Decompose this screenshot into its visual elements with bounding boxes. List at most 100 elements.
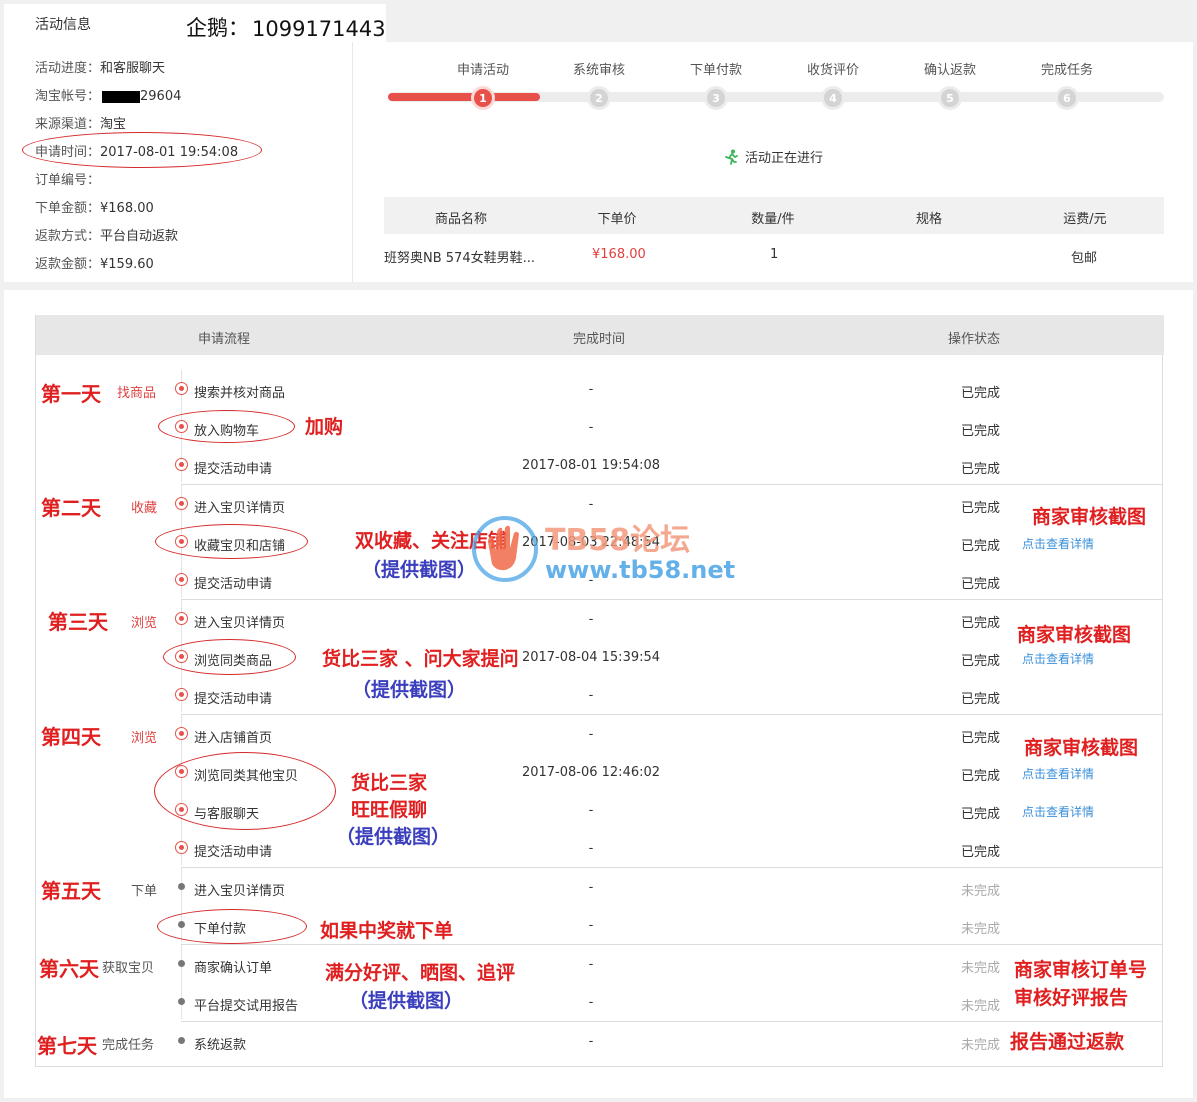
view-details-link[interactable]: 点击查看详情 <box>1022 765 1094 782</box>
table-row: 进入店铺首页 - 已完成 <box>36 715 1162 753</box>
view-details-link[interactable]: 点击查看详情 <box>1022 535 1094 552</box>
step-name: 提交活动申请 <box>194 462 273 477</box>
refund-method-row: 返款方式：平台自动返款 <box>35 229 179 244</box>
day-separator <box>181 484 1162 485</box>
day-1-sub: 找商品 <box>117 386 157 401</box>
annotation-provide-shot-4: （提供截图） <box>349 990 464 1012</box>
step-name: 进入宝贝详情页 <box>194 884 286 899</box>
step-name: 商家确认订单 <box>194 961 273 976</box>
step-time: 2017-08-06 12:46:02 <box>521 765 661 780</box>
step-time: - <box>588 880 594 895</box>
step-status: 已完成 <box>961 616 1001 631</box>
view-details-link[interactable]: 点击查看详情 <box>1022 803 1094 820</box>
day-separator <box>181 1021 1162 1022</box>
order-no-row: 订单编号： <box>35 173 101 188</box>
browse-ellipse <box>163 639 296 675</box>
step-time: - <box>588 841 594 856</box>
goods-col-shipping: 运费/元 <box>1063 212 1107 227</box>
step-time: 2017-08-04 15:39:54 <box>521 650 661 665</box>
annotation-merchant-review: 审核好评报告 <box>1014 987 1129 1009</box>
day-5-title: 第五天 <box>41 879 101 903</box>
goods-col-price: 下单价 <box>597 212 637 227</box>
qq-number: 1099171443 <box>252 17 386 41</box>
day-5-sub: 下单 <box>131 884 158 899</box>
day-separator <box>181 599 1162 600</box>
watermark-title: TB58论坛 <box>545 523 691 558</box>
forum-logo-icon <box>472 516 538 582</box>
completed-dot-icon <box>175 841 188 854</box>
annotation-merchant-order-no: 商家审核订单号 <box>1014 959 1148 981</box>
apply-time-ellipse <box>22 132 262 168</box>
step-label-4: 收货评价 <box>806 63 860 78</box>
day-1-title: 第一天 <box>41 382 101 406</box>
day-separator <box>181 714 1162 715</box>
step-label-1: 申请活动 <box>456 63 510 78</box>
pending-dot-icon <box>178 960 185 967</box>
completed-dot-icon <box>175 458 188 471</box>
step-time: - <box>588 1034 594 1049</box>
progress-fill <box>388 93 540 101</box>
step-status: 已完成 <box>961 769 1001 784</box>
goods-name[interactable]: 班努奥NB 574女鞋男鞋... <box>384 247 535 266</box>
completed-dot-icon <box>175 688 188 701</box>
annotation-merchant-shot-2: 商家审核截图 <box>1017 624 1132 646</box>
goods-shipping: 包邮 <box>1071 251 1098 266</box>
annotation-provide-shot-1: （提供截图） <box>362 559 477 581</box>
step-label-6: 完成任务 <box>1040 63 1094 78</box>
day-2-title: 第二天 <box>41 496 101 520</box>
day-separator <box>181 867 1162 868</box>
goods-col-qty: 数量/件 <box>751 212 795 227</box>
day-3-sub: 浏览 <box>131 616 158 631</box>
step-time: - <box>588 727 594 742</box>
step-name: 进入店铺首页 <box>194 731 273 746</box>
refund-amount-row: 返款金额：¥159.60 <box>35 257 154 272</box>
step-name: 提交活动申请 <box>194 577 273 592</box>
step-name: 平台提交试用报告 <box>194 999 299 1014</box>
step-status: 已完成 <box>961 577 1001 592</box>
channel-row: 来源渠道：淘宝 <box>35 117 127 132</box>
step-label-5: 确认返款 <box>923 63 977 78</box>
day-4-title: 第四天 <box>41 725 101 749</box>
step-time: - <box>588 612 594 627</box>
chat-ellipse <box>154 752 336 830</box>
table-row: 提交活动申请 - 已完成 <box>36 829 1162 867</box>
completed-dot-icon <box>175 612 188 625</box>
step-time: - <box>588 420 594 435</box>
step-status: 已完成 <box>961 807 1001 822</box>
annotation-fake-chat: 旺旺假聊 <box>351 799 428 821</box>
annotation-provide-shot-2: （提供截图） <box>352 679 467 701</box>
redacted-mask <box>102 90 141 103</box>
step-name: 进入宝贝详情页 <box>194 501 286 516</box>
step-name: 进入宝贝详情页 <box>194 616 286 631</box>
step-status: 未完成 <box>961 999 1001 1014</box>
step-dot-3: 3 <box>704 86 728 110</box>
goods-col-name: 商品名称 <box>434 212 488 227</box>
day-7-title: 第七天 <box>37 1034 97 1058</box>
add-cart-ellipse <box>158 410 295 443</box>
step-status: 已完成 <box>961 462 1001 477</box>
table-row: 提交活动申请 - 已完成 <box>36 676 1162 714</box>
step-time: - <box>588 918 594 933</box>
day-4-sub: 浏览 <box>131 731 158 746</box>
annotation-add-cart: 加购 <box>305 416 344 438</box>
pending-dot-icon <box>178 998 185 1005</box>
step-status: 已完成 <box>961 424 1001 439</box>
day-2-sub: 收藏 <box>131 501 158 516</box>
annotation-refund-after-report: 报告通过返款 <box>1010 1031 1125 1053</box>
section-title: 活动信息 <box>35 17 91 33</box>
view-details-link[interactable]: 点击查看详情 <box>1022 650 1094 667</box>
col-process: 申请流程 <box>197 332 251 347</box>
favorite-ellipse <box>155 524 308 559</box>
goods-price: ¥168.00 <box>592 247 646 262</box>
step-label-2: 系统审核 <box>572 63 626 78</box>
day-6-title: 第六天 <box>39 957 99 981</box>
step-status: 已完成 <box>961 654 1001 669</box>
step-status: 未完成 <box>961 961 1001 976</box>
step-status: 已完成 <box>961 692 1001 707</box>
col-status: 操作状态 <box>947 332 1001 347</box>
step-time: - <box>588 803 594 818</box>
step-status: 未完成 <box>961 884 1001 899</box>
step-status: 未完成 <box>961 1038 1001 1053</box>
day-separator <box>181 944 1162 945</box>
order-ellipse <box>157 909 307 944</box>
